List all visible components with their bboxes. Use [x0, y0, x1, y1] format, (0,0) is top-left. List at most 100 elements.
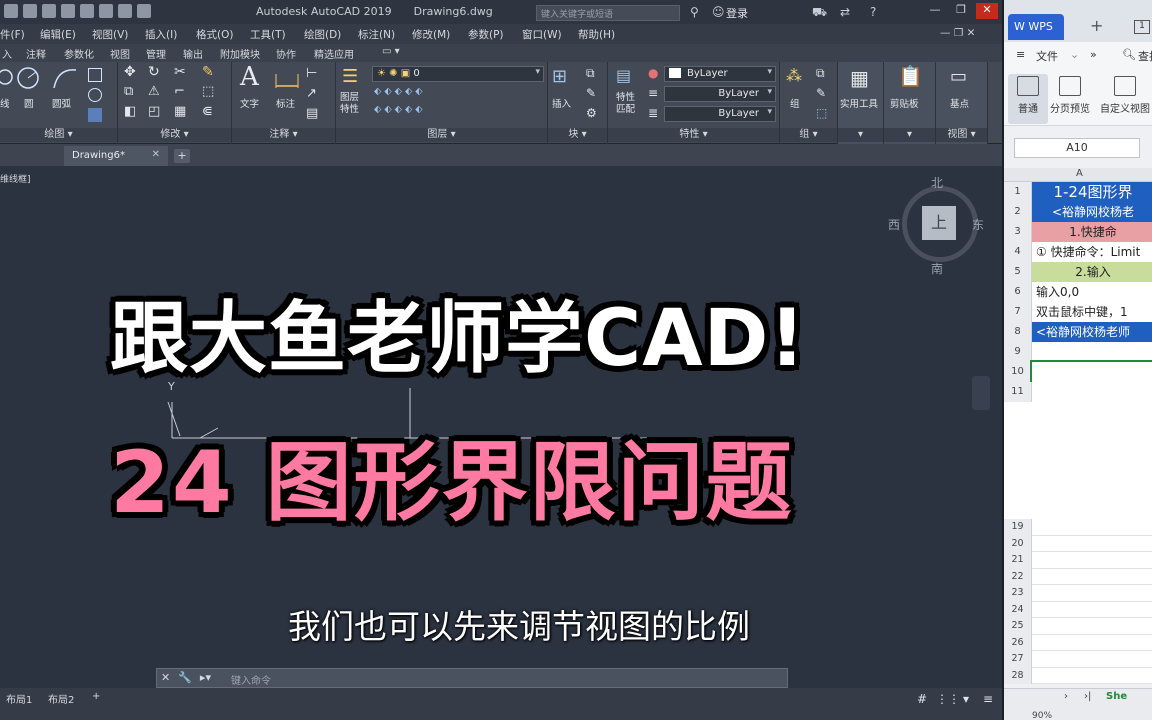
tool-circle[interactable]: 圆 — [24, 96, 34, 110]
layout-tab-2[interactable]: 布局2 — [42, 690, 80, 706]
row-number[interactable]: 25 — [1004, 618, 1032, 635]
menu-edit[interactable]: 编辑(E) — [40, 27, 76, 42]
open-icon[interactable] — [23, 4, 37, 18]
arc-icon[interactable] — [52, 66, 78, 90]
doc-tab-drawing6[interactable]: Drawing6* ✕ — [64, 146, 168, 166]
menu-file[interactable]: 件(F) — [0, 27, 25, 42]
dimension-icon[interactable] — [274, 68, 300, 90]
save-as-icon[interactable] — [61, 4, 75, 18]
tab-addins[interactable]: 附加模块 — [220, 46, 260, 61]
linetype-dropdown[interactable]: ByLayer — [664, 106, 776, 122]
row-number[interactable]: 4 — [1004, 242, 1032, 262]
ellipse-icon[interactable] — [88, 88, 102, 102]
row-number[interactable]: 23 — [1004, 585, 1032, 602]
edit-attr-icon[interactable]: ⚙ — [586, 106, 597, 120]
menu-parametric[interactable]: 参数(P) — [468, 27, 504, 42]
group-select-icon[interactable]: ⬚ — [816, 106, 827, 120]
layer-tools-row2[interactable]: ⬖ ⬖ ⬖ ⬖ ⬖ — [374, 104, 423, 115]
exchange-icon[interactable]: ⇄ — [840, 5, 850, 19]
explode-icon[interactable]: ⬚ — [202, 84, 214, 99]
undo-icon[interactable] — [118, 4, 132, 18]
redo-icon[interactable] — [137, 4, 151, 18]
cell[interactable] — [1032, 382, 1152, 402]
wps-logo-tab[interactable]: W WPS — [1008, 14, 1064, 40]
tool-utilities[interactable]: 实用工具 — [840, 96, 878, 110]
mirror-icon[interactable]: ⚠ — [148, 84, 160, 99]
wrench-icon[interactable]: 🔧 — [178, 671, 192, 684]
line-icon[interactable] — [0, 68, 14, 86]
sheet-prev-icon[interactable]: › — [1064, 691, 1068, 702]
paste-icon[interactable]: 📋 — [898, 64, 923, 88]
stretch-icon[interactable]: ◧ — [124, 104, 136, 119]
panel-block-label[interactable]: 块 ▾ — [548, 128, 607, 142]
lineweight-dropdown[interactable]: ByLayer — [664, 86, 776, 102]
close-icon[interactable]: ✕ — [976, 3, 998, 19]
base-view-icon[interactable]: ▭ — [950, 66, 967, 87]
snap-menu-icon[interactable]: ▾ — [958, 692, 974, 706]
menu-view[interactable]: 视图(V) — [92, 27, 128, 42]
tab-parametric[interactable]: 参数化 — [64, 46, 94, 61]
tool-dimension[interactable]: 标注 — [276, 96, 295, 110]
tool-arc[interactable]: 圆弧 — [52, 96, 71, 110]
move-icon[interactable]: ✥ — [124, 64, 136, 80]
tab-output[interactable]: 输出 — [183, 46, 203, 61]
layer-tools-row1[interactable]: ⬖ ⬖ ⬖ ⬖ ⬖ — [374, 86, 423, 97]
row-number[interactable]: 28 — [1004, 667, 1032, 684]
row-number[interactable]: 9 — [1004, 342, 1032, 362]
wps-menu-icon[interactable]: ≡ — [1016, 48, 1025, 61]
scale-icon[interactable]: ◰ — [148, 104, 160, 119]
help-icon[interactable]: ? — [870, 5, 876, 19]
wps-file-dropdown-icon[interactable]: ⌄ — [1070, 48, 1079, 61]
row-number[interactable]: 20 — [1004, 535, 1032, 552]
panel-layers-label[interactable]: 图层 ▾ — [336, 128, 547, 142]
panel-properties-label[interactable]: 特性 ▾ — [608, 128, 779, 142]
sheet-tab[interactable]: She — [1106, 691, 1127, 702]
command-input[interactable]: 键入命令 — [231, 672, 271, 687]
view-page-break-button[interactable]: 分页预览 — [1046, 74, 1094, 124]
tab-manage[interactable]: 管理 — [146, 46, 166, 61]
user-icon[interactable]: ☺ — [712, 5, 725, 19]
row-number[interactable]: 21 — [1004, 552, 1032, 569]
utilities-expander[interactable]: ▾ — [838, 128, 883, 142]
tool-line[interactable]: 线 — [0, 96, 10, 110]
tool-clipboard[interactable]: 剪贴板 — [890, 96, 919, 110]
insert-block-icon[interactable]: ⊞ — [552, 66, 567, 87]
wps-more-button[interactable]: » — [1090, 48, 1097, 61]
cell[interactable]: 双击鼠标中键，1 — [1032, 302, 1152, 322]
hatch-icon[interactable] — [88, 108, 102, 122]
panel-annotation-label[interactable]: 注释 ▾ — [232, 128, 335, 142]
view-custom-button[interactable]: 自定义视图 — [1096, 74, 1152, 124]
panel-draw-label[interactable]: 绘图 ▾ — [0, 128, 117, 142]
rotate-icon[interactable]: ↻ — [148, 64, 160, 80]
ribbon-options-icon[interactable]: ▭ ▾ — [382, 46, 400, 57]
copy-icon[interactable]: ⧉ — [124, 84, 133, 99]
compass-north[interactable]: 北 — [931, 174, 943, 191]
cell[interactable]: 1.快捷命 — [1032, 222, 1152, 242]
linear-dim-icon[interactable]: ⊢ — [306, 66, 317, 81]
tool-match-properties[interactable]: 特性 匹配 — [616, 92, 635, 116]
rectangle-icon[interactable] — [88, 68, 102, 82]
tool-insert[interactable]: 插入 — [552, 96, 571, 110]
array-icon[interactable]: ▦ — [174, 104, 186, 119]
binoculars-icon[interactable]: ⚲ — [690, 5, 699, 19]
wps-search-icon[interactable]: 🔍︎ — [1122, 48, 1136, 61]
tab-home[interactable]: 入 — [2, 46, 12, 61]
doc-window-controls[interactable]: — ❐ ✕ — [940, 27, 975, 39]
layer-properties-icon[interactable]: ☰ — [342, 66, 358, 87]
cell[interactable] — [1032, 342, 1152, 362]
cell[interactable]: 输入0,0 — [1032, 282, 1152, 302]
tab-featured-apps[interactable]: 精选应用 — [314, 46, 354, 61]
web-mobile-icon[interactable] — [80, 4, 94, 18]
cell[interactable]: <裕静网校杨老 — [1032, 202, 1152, 222]
row-number[interactable]: 2 — [1004, 202, 1032, 222]
view-normal-button[interactable]: 普通 — [1008, 74, 1048, 124]
table-icon[interactable]: ▤ — [306, 106, 318, 121]
row-number[interactable]: 19 — [1004, 519, 1032, 536]
cell[interactable] — [1030, 360, 1152, 384]
sheet-last-icon[interactable]: ›| — [1084, 691, 1091, 702]
circle-icon[interactable] — [16, 66, 40, 90]
cell[interactable]: ① 快捷命令：Limit — [1032, 242, 1152, 262]
row-number[interactable]: 6 — [1004, 282, 1032, 302]
tool-text[interactable]: 文字 — [240, 96, 259, 110]
row-number[interactable]: 22 — [1004, 568, 1032, 585]
